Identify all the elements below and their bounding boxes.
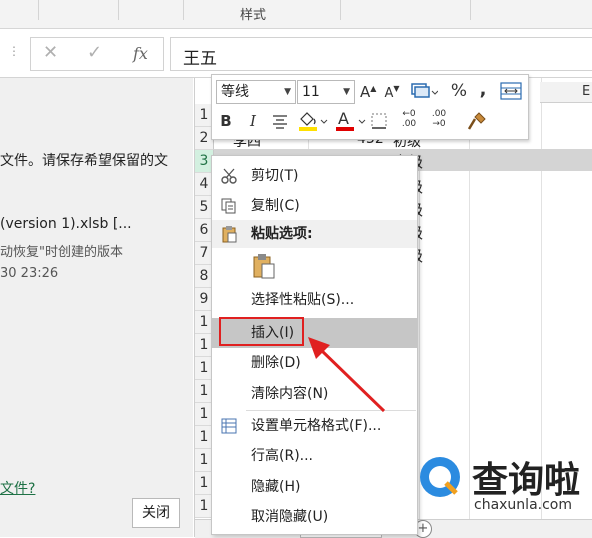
menu-header-paste-options: 粘贴选项: [212,220,417,248]
paste-button[interactable] [251,252,277,280]
menu-label-unhide: 取消隐藏(U) [251,509,329,525]
accounting-format-button[interactable] [410,81,439,103]
column-e-label: E [582,84,591,99]
decrease-decimal-bottom: →0 [432,119,446,129]
menu-item-unhide[interactable]: 取消隐藏(U) [212,503,417,531]
font-name-value: 等线 [221,84,249,100]
recovery-help-link[interactable]: 文件? [0,478,35,498]
scissors-icon [221,168,237,184]
chevron-down-icon: ▼ [284,87,291,97]
close-button[interactable]: 关闭 [132,498,180,528]
increase-decimal-top: ←0 [402,109,416,119]
confirm-icon[interactable]: ✓ [87,42,102,63]
ribbon-divider [183,0,184,20]
grow-font-label: A [360,83,371,101]
insert-function-button[interactable]: fx [133,44,148,63]
italic-button[interactable]: I [246,112,260,130]
menu-item-hide[interactable]: 隐藏(H) [212,473,417,501]
more-dots-icon[interactable]: ⋮ [8,44,20,58]
menu-item-cut[interactable]: 剪切(T) [212,162,417,190]
align-center-icon [273,115,287,129]
menu-label-paste-options: 粘贴选项: [251,226,313,242]
format-painter-icon [467,112,486,130]
decrease-decimal-top: .00 [431,109,447,119]
recovery-file-time: 30 23:26 [0,266,59,281]
menu-label-copy: 复制(C) [251,198,300,214]
align-center-button[interactable] [270,111,290,131]
merge-center-button[interactable] [500,81,522,101]
format-cells-icon [221,418,237,434]
copy-icon [221,198,236,214]
menu-item-copy[interactable]: 复制(C) [212,192,417,220]
watermark: 查询啦 chaxunla.com [412,447,592,537]
document-recovery-pane: 文件。请保存希望保留的文 (version 1).xlsb [... 动恢复"时… [0,78,193,537]
grow-font-button[interactable]: A▲ [360,83,376,101]
accounting-format-icon [411,83,439,98]
ribbon-divider [38,0,39,20]
formula-value: 王五 [183,49,217,69]
menu-label-cut: 剪切(T) [251,168,299,184]
menu-label-row-height: 行高(R)... [251,448,314,464]
annotation-highlight-box [219,317,304,346]
ribbon-divider [470,0,471,20]
shrink-font-button[interactable]: A▼ [384,83,400,101]
menu-label-paste-special: 选择性粘贴(S)... [251,292,355,308]
fill-color-button[interactable] [296,109,330,133]
formula-input[interactable]: 王五 [170,37,592,71]
formula-buttons: ✕ ✓ fx [30,37,164,71]
annotation-arrow-icon [308,337,386,413]
comma-style-button[interactable]: , [478,79,488,100]
cancel-icon[interactable]: ✕ [43,42,58,63]
percent-style-button[interactable]: % [450,81,468,101]
fill-color-icon [299,112,328,131]
menu-item-row-height[interactable]: 行高(R)... [212,442,417,470]
increase-decimal-bottom: .00 [401,119,417,129]
chevron-down-icon: ▼ [343,87,350,97]
font-name-select[interactable]: 等线 ▼ [216,80,296,104]
clipboard-icon [222,226,237,243]
mini-toolbar: 等线 ▼ 11 ▼ A▲ A▼ % , B I A ←0 .00 .00 →0 [211,74,529,140]
watermark-title: 查询啦 [472,460,581,501]
format-painter-button[interactable] [466,110,488,132]
styles-group-label: 样式 [240,8,267,23]
menu-item-paste-special[interactable]: 选择性粘贴(S)... [212,286,417,314]
bold-button[interactable]: B [218,112,234,130]
menu-label-delete: 删除(D) [251,355,301,371]
merge-center-icon [500,82,522,100]
magnifier-logo-icon [420,457,460,497]
recovery-message: 文件。请保存希望保留的文 [0,153,168,169]
decrease-decimal-button[interactable]: .00 →0 [426,109,452,133]
font-size-value: 11 [302,84,320,100]
menu-label-hide: 隐藏(H) [251,479,301,495]
watermark-url: chaxunla.com [474,497,572,513]
ribbon-strip [0,0,592,29]
recovery-file-desc: 动恢复"时创建的版本 [0,245,123,260]
borders-button[interactable] [370,111,390,131]
recovery-file-name[interactable]: (version 1).xlsb [... [0,216,132,232]
paste-clipboard-icon [253,254,275,279]
font-size-select[interactable]: 11 ▼ [297,80,355,104]
borders-icon [371,113,387,129]
ribbon-divider [118,0,119,20]
column-header-e[interactable]: E [540,82,592,103]
increase-decimal-button[interactable]: ←0 .00 [396,109,422,133]
font-color-button[interactable]: A [334,109,368,133]
font-color-icon [336,119,366,131]
ribbon-divider [340,0,341,20]
